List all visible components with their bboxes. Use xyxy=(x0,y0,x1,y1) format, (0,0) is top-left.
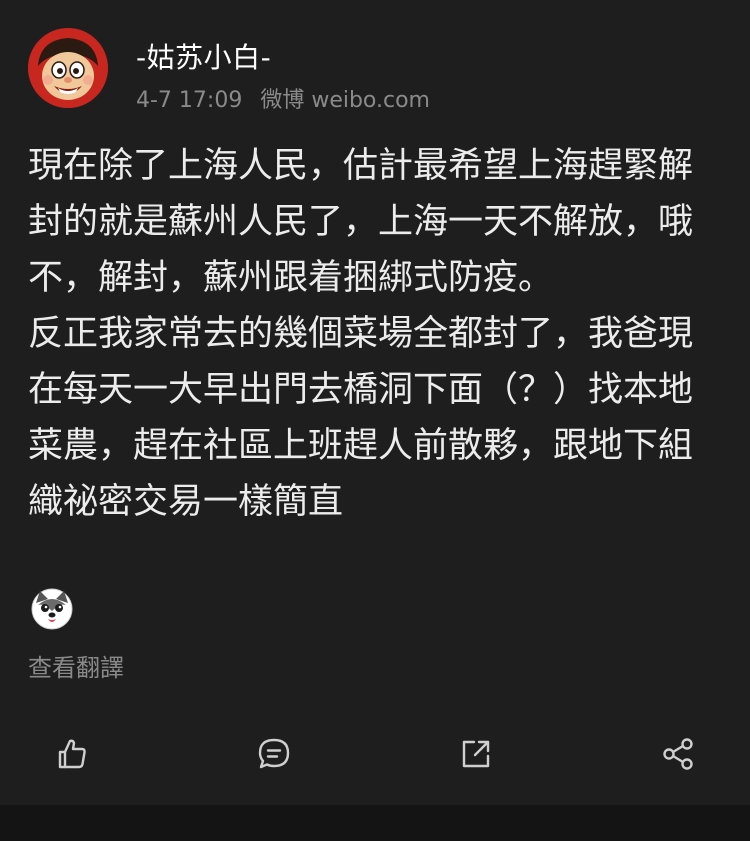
post-card: -姑苏小白- 4-7 17:09 微博 weibo.com 現在除了上海人民，估計… xyxy=(0,0,750,805)
thumbs-up-icon xyxy=(58,739,86,769)
bottom-strip xyxy=(0,805,750,841)
post-source: 微博 weibo.com xyxy=(260,88,430,113)
post-meta: 4-7 17:09 微博 weibo.com xyxy=(136,82,430,114)
husky-dog-emoji-icon xyxy=(30,587,74,631)
username[interactable]: -姑苏小白- xyxy=(136,36,271,76)
translate-link[interactable]: 查看翻譯 xyxy=(28,648,124,683)
forward-button[interactable] xyxy=(456,734,496,774)
comment-button[interactable] xyxy=(254,734,294,774)
like-button[interactable] xyxy=(52,734,92,774)
share-button[interactable] xyxy=(658,734,698,774)
post-time: 4-7 17:09 xyxy=(136,88,243,113)
user-avatar[interactable] xyxy=(28,28,108,108)
comment-bubble-icon xyxy=(258,738,290,769)
post-text: 現在除了上海人民，估計最希望上海趕緊解封的就是蘇州人民了，上海一天不解放，哦不，… xyxy=(28,146,694,522)
forward-arrow-icon xyxy=(462,740,490,768)
share-icon xyxy=(663,738,693,770)
cartoon-boy-avatar-icon xyxy=(28,28,108,108)
